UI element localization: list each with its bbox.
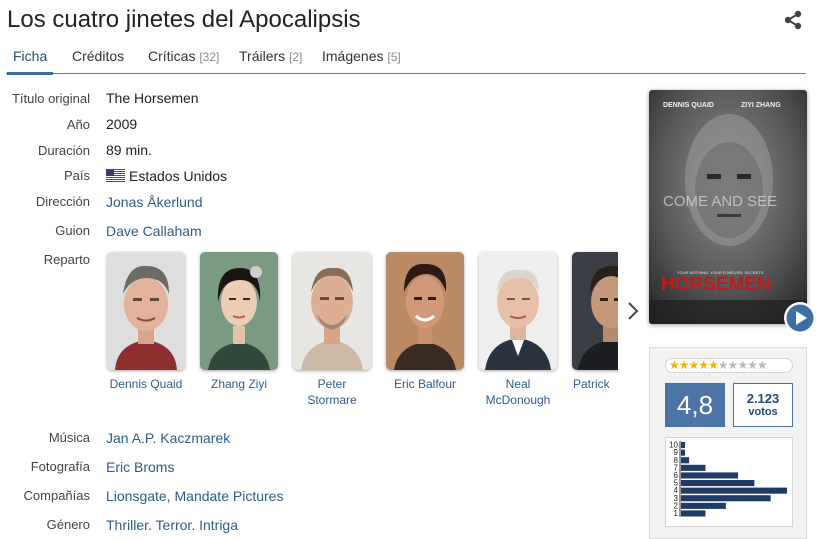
poster-tagline: COME AND SEE [663,193,777,210]
company-link[interactable]: Lionsgate [106,488,167,504]
genre-label: Género [46,517,90,532]
companies-value: Lionsgate, Mandate Pictures [106,488,284,504]
cast-photo[interactable] [572,252,618,370]
music-link[interactable]: Jan A.P. Kaczmarek [106,430,230,446]
director-label: Dirección [35,194,90,209]
cast-member-eric-balfour[interactable]: Eric Balfour [385,252,465,392]
tab-creditos[interactable]: Créditos [72,48,124,74]
country-value: Estados Unidos [106,168,227,184]
tab-count: [32] [199,50,220,64]
cast-name[interactable]: Neal McDonough [478,376,558,408]
tab-ficha[interactable]: Ficha [6,48,54,75]
writer-label: Guion [55,223,90,238]
average-rating: 4,8 [665,383,725,427]
cast-label: Reparto [43,252,90,267]
votes-count-box: 2.123 votos [733,383,793,427]
original-title-value: The Horsemen [106,90,199,106]
original-title-label: Título original [11,91,90,106]
tab-criticas[interactable]: Críticas [32] [148,48,219,74]
cast-photo[interactable] [479,252,557,370]
tab-imagenes[interactable]: Imágenes [5] [322,48,401,74]
histogram-bar [681,510,706,517]
cast-member-patrick[interactable]: Patrick [571,252,618,392]
tab-label: Críticas [148,48,196,64]
cast-member-neal-mcdonough[interactable]: Neal McDonough [478,252,558,408]
cast-member-peter-stormare[interactable]: Peter Stormare [292,252,372,408]
histogram-bar [681,495,771,502]
cast-name[interactable]: Peter Stormare [292,376,372,408]
cast-name[interactable]: Eric Balfour [385,376,465,392]
cast-name[interactable]: Dennis Quaid [106,376,186,392]
photography-link[interactable]: Eric Broms [106,459,174,475]
histogram-bar [681,442,686,449]
cast-name[interactable]: Patrick [571,376,618,392]
poster-actor-right: ZIYI ZHANG [741,102,781,109]
histogram-label: 1 [674,509,679,518]
star-empty-icon: ★★★★★ [717,358,768,372]
photography-label: Fotografía [30,459,90,474]
histogram-bar [681,502,726,509]
histogram-bar [681,457,690,464]
cast-name[interactable]: Zhang Ziyi [199,376,279,392]
music-label: Música [48,430,90,445]
tab-label: Ficha [13,48,48,64]
play-icon[interactable] [783,301,817,335]
rating-stars: ★★★★★★★★★★ [665,358,793,373]
year-value: 2009 [106,116,138,132]
us-flag-icon [106,169,125,182]
movie-title: Los cuatro jinetes del Apocalipsis [7,6,361,33]
cast-photo[interactable] [200,252,278,370]
duration-value: 89 min. [106,142,152,158]
companies-label: Compañías [23,488,90,503]
votes-label: votos [748,406,778,418]
tab-trailers[interactable]: Tráilers [2] [239,48,302,74]
tabs-bar: Ficha Créditos Críticas [32] Tráilers [2… [6,44,806,75]
cast-photo[interactable] [293,252,371,370]
histogram-bar [681,472,739,479]
chevron-right-icon[interactable] [626,300,640,322]
tab-label: Créditos [72,48,125,64]
tab-label: Tráilers [239,48,286,64]
director-link[interactable]: Jonas Åkerlund [106,194,203,210]
histogram-bar [681,449,686,456]
cast-photo[interactable] [107,252,185,370]
year-label: Año [66,117,90,132]
cast-member-zhang-ziyi[interactable]: Zhang Ziyi [199,252,279,392]
tab-count: [2] [289,50,303,64]
cast-member-dennis-quaid[interactable]: Dennis Quaid [106,252,186,392]
company-link[interactable]: Mandate Pictures [175,488,284,504]
rating-panel: ★★★★★★★★★★ 4,8 2.123 votos 10 9 8 7 6 5 4 3 2 1 [649,347,807,539]
votes-count: 2.123 [746,391,780,406]
duration-label: Duración [37,143,90,158]
tab-count: [5] [387,50,401,64]
tab-label: Imágenes [322,48,384,64]
histogram-bar [681,487,787,494]
histogram-bar [681,464,706,471]
cast-photo[interactable] [386,252,464,370]
histogram-bar [681,480,755,487]
rating-histogram: 10 9 8 7 6 5 4 3 2 1 [665,437,793,527]
country-name: Estados Unidos [129,168,228,184]
movie-poster[interactable]: DENNIS QUAID ZIYI ZHANG COME AND SEE YOU… [649,90,807,324]
cast-overflow-clip: Patrick [566,248,618,418]
star-filled-icon: ★★★★★ [669,358,719,372]
country-label: País [63,168,90,183]
writer-link[interactable]: Dave Callaham [106,223,202,239]
genre-link[interactable]: Thriller. Terror. Intriga [106,517,238,533]
share-icon[interactable] [783,10,803,30]
poster-actor-left: DENNIS QUAID [663,102,714,109]
poster-movie-title: HORSEMEN [661,274,771,295]
